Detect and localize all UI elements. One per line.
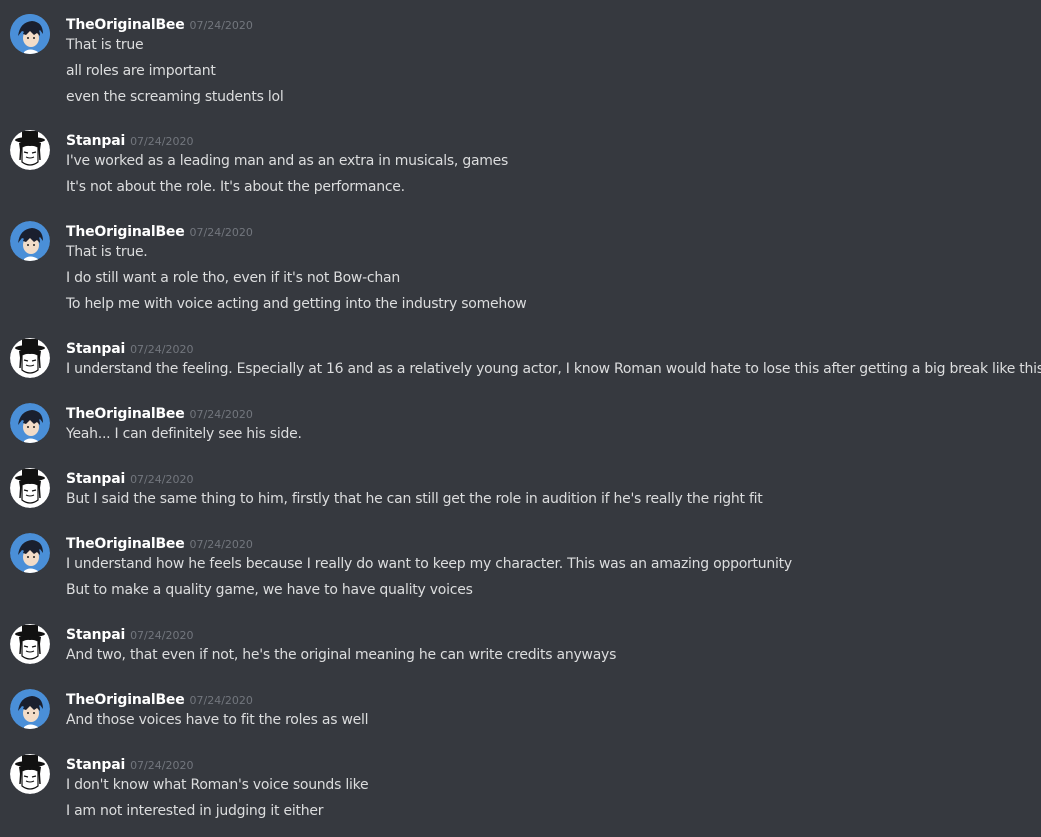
message-header: Stanpai 07/24/2020: [66, 468, 193, 488]
anime-boy-blue-avatar-icon[interactable]: [10, 403, 50, 443]
anime-boy-blue-avatar-icon[interactable]: [10, 689, 50, 729]
anime-boy-blue-avatar-icon[interactable]: [10, 14, 50, 54]
timestamp: 07/24/2020: [130, 343, 194, 356]
message-header: TheOriginalBee 07/24/2020: [66, 221, 253, 241]
message-text: And those voices have to fit the roles a…: [66, 712, 369, 728]
message-text: all roles are important: [66, 63, 216, 79]
username[interactable]: Stanpai: [66, 471, 125, 487]
timestamp: 07/24/2020: [189, 19, 253, 32]
message-text: But I said the same thing to him, firstl…: [66, 491, 763, 507]
message-text: Yeah... I can definitely see his side.: [66, 426, 302, 442]
message-text: I understand the feeling. Especially at …: [66, 361, 1041, 377]
message-header: Stanpai 07/24/2020: [66, 624, 193, 644]
username[interactable]: TheOriginalBee: [66, 692, 185, 708]
username[interactable]: TheOriginalBee: [66, 406, 185, 422]
message-header: Stanpai 07/24/2020: [66, 130, 193, 150]
username[interactable]: Stanpai: [66, 133, 125, 149]
timestamp: 07/24/2020: [189, 226, 253, 239]
message-text: I understand how he feels because I real…: [66, 556, 792, 572]
top-hat-manga-avatar-icon[interactable]: [10, 338, 50, 378]
message-text: even the screaming students lol: [66, 89, 284, 105]
timestamp: 07/24/2020: [130, 473, 194, 486]
timestamp: 07/24/2020: [130, 759, 194, 772]
timestamp: 07/24/2020: [130, 629, 194, 642]
message-text: That is true.: [66, 244, 148, 260]
message-header: TheOriginalBee 07/24/2020: [66, 689, 253, 709]
username[interactable]: Stanpai: [66, 757, 125, 773]
username[interactable]: TheOriginalBee: [66, 536, 185, 552]
message-text: I do still want a role tho, even if it's…: [66, 270, 400, 286]
message-text: It's not about the role. It's about the …: [66, 179, 405, 195]
username[interactable]: TheOriginalBee: [66, 17, 185, 33]
username[interactable]: Stanpai: [66, 627, 125, 643]
message-text: I don't know what Roman's voice sounds l…: [66, 777, 369, 793]
top-hat-manga-avatar-icon[interactable]: [10, 624, 50, 664]
username[interactable]: TheOriginalBee: [66, 224, 185, 240]
message-header: TheOriginalBee 07/24/2020: [66, 403, 253, 423]
timestamp: 07/24/2020: [130, 135, 194, 148]
username[interactable]: Stanpai: [66, 341, 125, 357]
message-header: Stanpai 07/24/2020: [66, 338, 193, 358]
timestamp: 07/24/2020: [189, 408, 253, 421]
anime-boy-blue-avatar-icon[interactable]: [10, 533, 50, 573]
chat-messages: TheOriginalBee 07/24/2020 That is true al…: [0, 0, 1041, 837]
timestamp: 07/24/2020: [189, 538, 253, 551]
message-text: To help me with voice acting and getting…: [66, 296, 527, 312]
message-text: That is true: [66, 37, 144, 53]
message-header: Stanpai 07/24/2020: [66, 754, 193, 774]
timestamp: 07/24/2020: [189, 694, 253, 707]
message-text: I am not interested in judging it either: [66, 803, 324, 819]
message-header: TheOriginalBee 07/24/2020: [66, 14, 253, 34]
message-text: But to make a quality game, we have to h…: [66, 582, 473, 598]
message-header: TheOriginalBee 07/24/2020: [66, 533, 253, 553]
anime-boy-blue-avatar-icon[interactable]: [10, 221, 50, 261]
top-hat-manga-avatar-icon[interactable]: [10, 754, 50, 794]
top-hat-manga-avatar-icon[interactable]: [10, 130, 50, 170]
message-text: And two, that even if not, he's the orig…: [66, 647, 617, 663]
message-text: I've worked as a leading man and as an e…: [66, 153, 509, 169]
top-hat-manga-avatar-icon[interactable]: [10, 468, 50, 508]
